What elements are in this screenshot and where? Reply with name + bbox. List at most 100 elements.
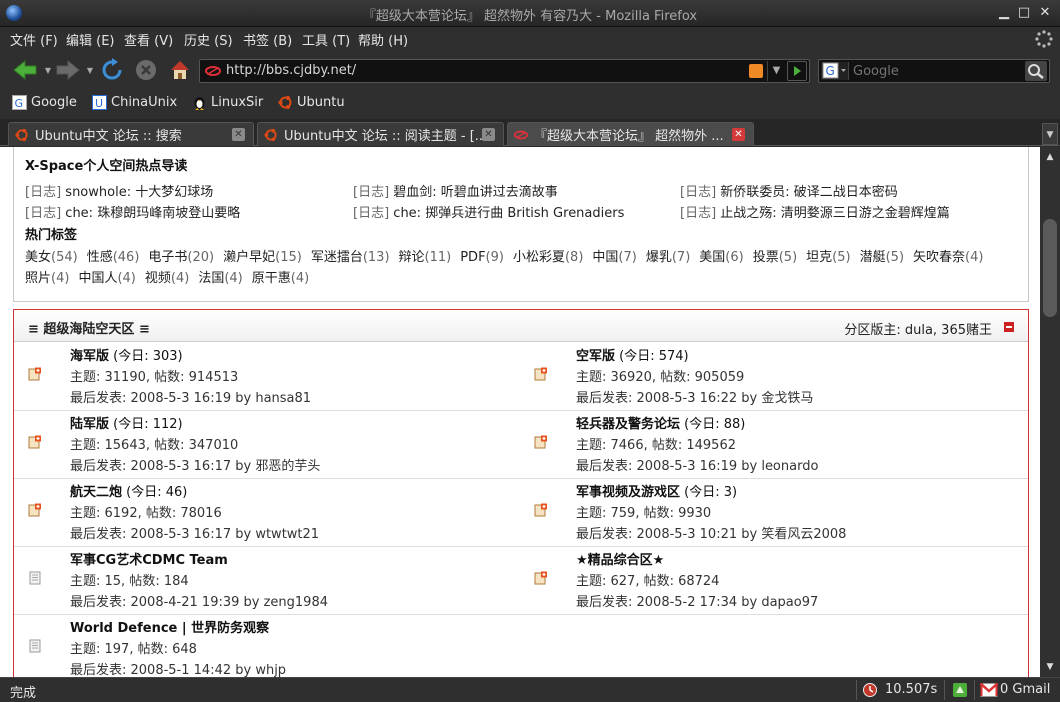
board-last-post[interactable]: 最后发表: 2008-5-2 17:34 by dapao97	[576, 591, 818, 610]
tab-close-button[interactable]: ✕	[732, 128, 745, 141]
board-last-post[interactable]: 最后发表: 2008-5-3 16:19 by leonardo	[576, 455, 818, 474]
search-engine-selector[interactable]: G	[821, 62, 849, 80]
board-name[interactable]: 航天二炮 (今日: 46)	[70, 481, 187, 500]
board-last-post[interactable]: 最后发表: 2008-4-21 19:39 by zeng1984	[70, 591, 328, 610]
bookmark-chinaunix[interactable]: U ChinaUnix	[92, 95, 177, 110]
xspace-item[interactable]: [日志] 碧血剑: 听碧血讲过去滴故事	[353, 181, 558, 200]
board-stats: 主题: 197, 帖数: 648	[70, 642, 197, 657]
hot-tag-link[interactable]: 电子书(20)	[148, 247, 214, 268]
tab-ubuntu-topic[interactable]: Ubuntu中文 论坛 :: 阅读主题 - [... ✕	[257, 122, 504, 146]
board-last-post[interactable]: 最后发表: 2008-5-3 10:21 by 笑看风云2008	[576, 523, 846, 542]
board-last-post[interactable]: 最后发表: 2008-5-3 16:17 by 邪恶的芋头	[70, 455, 320, 474]
no-new-posts-folder-icon	[29, 571, 41, 585]
gmail-icon[interactable]	[980, 683, 998, 697]
url-history-dropdown[interactable]: ▼	[767, 61, 785, 81]
board-name[interactable]: 陆军版 (今日: 112)	[70, 413, 183, 432]
hot-tag-link[interactable]: 中国(7)	[592, 247, 636, 268]
hot-tag-link[interactable]: 照片(4)	[25, 268, 69, 289]
menu-file[interactable]: 文件 (F)	[10, 30, 58, 49]
forum-category-title[interactable]: ≡ 超级海陆空天区 ≡	[28, 318, 150, 337]
board-last-post[interactable]: 最后发表: 2008-5-3 16:17 by wtwtwt21	[70, 523, 319, 542]
hot-tag-link[interactable]: 中国人(4)	[78, 268, 135, 289]
hot-tag-link[interactable]: 坦克(5)	[806, 247, 850, 268]
hot-tag-link[interactable]: 濑户早妃(15)	[223, 247, 302, 268]
board-name[interactable]: 轻兵器及警务论坛 (今日: 88)	[576, 413, 745, 432]
vertical-scrollbar[interactable]: ▲ ▼	[1040, 147, 1060, 677]
hot-tag-link[interactable]: 辩论(11)	[399, 247, 452, 268]
reload-button[interactable]	[98, 56, 126, 84]
hot-tags-list: 美女(54) 性感(46) 电子书(20) 濑户早妃(15) 军迷擂台(13) 辩论(11…	[25, 247, 1015, 289]
scroll-up-arrow-icon[interactable]: ▲	[1043, 150, 1057, 164]
hot-tag-link[interactable]: 视频(4)	[145, 268, 189, 289]
board-last-post[interactable]: 最后发表: 2008-5-3 16:19 by hansa81	[70, 387, 311, 406]
go-button[interactable]	[787, 61, 807, 81]
board-name[interactable]: World Defence | 世界防务观察	[70, 617, 269, 636]
all-tabs-menu-button[interactable]: ▼	[1042, 123, 1058, 145]
url-bar[interactable]: http://bbs.cjdby.net/ ▼	[199, 59, 810, 83]
menu-help[interactable]: 帮助 (H)	[358, 30, 408, 49]
back-history-dropdown[interactable]: ▼	[42, 56, 54, 84]
board-name[interactable]: 军事CG艺术CDMC Team	[70, 549, 228, 568]
stop-button[interactable]	[132, 56, 160, 84]
hot-tag-link[interactable]: 美国(6)	[699, 247, 743, 268]
reload-icon	[102, 58, 122, 80]
scrollbar-thumb[interactable]	[1043, 219, 1057, 317]
board-name[interactable]: 军事视频及游戏区 (今日: 3)	[576, 481, 737, 500]
xspace-item[interactable]: [日志] che: 掷弹兵进行曲 British Grenadiers	[353, 202, 624, 221]
board-last-post[interactable]: 最后发表: 2008-5-3 16:22 by 金戈铁马	[576, 387, 813, 406]
hot-tag-link[interactable]: 矢吹春奈(4)	[913, 247, 983, 268]
hot-tag-link[interactable]: 爆乳(7)	[646, 247, 690, 268]
tux-penguin-icon	[194, 97, 205, 110]
board-name[interactable]: 海军版 (今日: 303)	[70, 345, 183, 364]
url-text[interactable]: http://bbs.cjdby.net/	[226, 63, 356, 78]
menu-bookmarks[interactable]: 书签 (B)	[243, 30, 292, 49]
board-name[interactable]: 空军版 (今日: 574)	[576, 345, 689, 364]
stop-icon	[136, 60, 156, 80]
new-posts-folder-icon	[534, 571, 547, 585]
home-button[interactable]	[166, 56, 194, 84]
close-window-button[interactable]: ✕	[1037, 5, 1053, 21]
hot-tag-link[interactable]: 法国(4)	[198, 268, 242, 289]
hot-tag-link[interactable]: 原干惠(4)	[252, 268, 309, 289]
hot-tag-link[interactable]: 军迷擂台(13)	[311, 247, 390, 268]
hot-tag-link[interactable]: PDF(9)	[460, 247, 504, 268]
board-last-post[interactable]: 最后发表: 2008-5-1 14:42 by whjp	[70, 659, 286, 677]
tab-close-button[interactable]: ✕	[482, 128, 495, 141]
status-divider	[944, 680, 945, 700]
board-name[interactable]: ★精品综合区★	[576, 549, 664, 568]
rss-feed-icon[interactable]	[749, 64, 763, 78]
menu-edit[interactable]: 编辑 (E)	[66, 30, 115, 49]
bookmark-ubuntu[interactable]: Ubuntu	[278, 95, 345, 110]
bookmark-google[interactable]: G Google	[12, 95, 77, 110]
forward-button[interactable]	[54, 56, 82, 84]
gmail-count[interactable]: 0 Gmail	[1000, 682, 1050, 697]
tab-cjdby-forum[interactable]: 『超级大本营论坛』 超然物外 ... ✕	[507, 122, 754, 146]
forward-history-dropdown[interactable]: ▼	[84, 56, 96, 84]
tab-ubuntu-search[interactable]: Ubuntu中文 论坛 :: 搜索 ✕	[8, 122, 254, 146]
menu-tools[interactable]: 工具 (T)	[302, 30, 350, 49]
svg-text:U: U	[95, 97, 103, 110]
hot-tag-link[interactable]: 潜艇(5)	[860, 247, 904, 268]
xspace-item[interactable]: [日志] che: 珠穆朗玛峰南坡登山要略	[25, 202, 240, 221]
xspace-item[interactable]: [日志] 止战之殇: 清明婺源三日游之金碧辉煌篇	[680, 202, 950, 221]
minimize-button[interactable]: ▁	[996, 5, 1012, 21]
menu-view[interactable]: 查看 (V)	[124, 30, 173, 49]
menu-history[interactable]: 历史 (S)	[184, 30, 233, 49]
hot-tag-link[interactable]: 小松彩夏(8)	[513, 247, 583, 268]
scroll-down-arrow-icon[interactable]: ▼	[1043, 660, 1057, 674]
bookmark-linuxsir[interactable]: LinuxSir	[192, 95, 263, 110]
search-input[interactable]	[853, 62, 1023, 80]
hot-tag-link[interactable]: 性感(46)	[87, 247, 140, 268]
xspace-item[interactable]: [日志] 新侨联委员: 破译二战日本密码	[680, 181, 898, 200]
maximize-button[interactable]: □	[1016, 5, 1032, 21]
xspace-item[interactable]: [日志] snowhole: 十大梦幻球场	[25, 181, 213, 200]
back-button[interactable]	[8, 56, 44, 84]
board-cell: 航天二炮 (今日: 46) 主题: 6192, 帖数: 78016 最后发表: 20…	[14, 479, 520, 547]
collapse-category-button[interactable]	[1004, 322, 1014, 332]
hot-tag-link[interactable]: 投票(5)	[753, 247, 797, 268]
search-button[interactable]	[1025, 61, 1047, 81]
tab-close-button[interactable]: ✕	[232, 128, 245, 141]
menu-bar: 文件 (F) 编辑 (E) 查看 (V) 历史 (S) 书签 (B) 工具 (T…	[0, 27, 1060, 51]
addon-icon[interactable]	[952, 682, 968, 698]
hot-tag-link[interactable]: 美女(54)	[25, 247, 78, 268]
